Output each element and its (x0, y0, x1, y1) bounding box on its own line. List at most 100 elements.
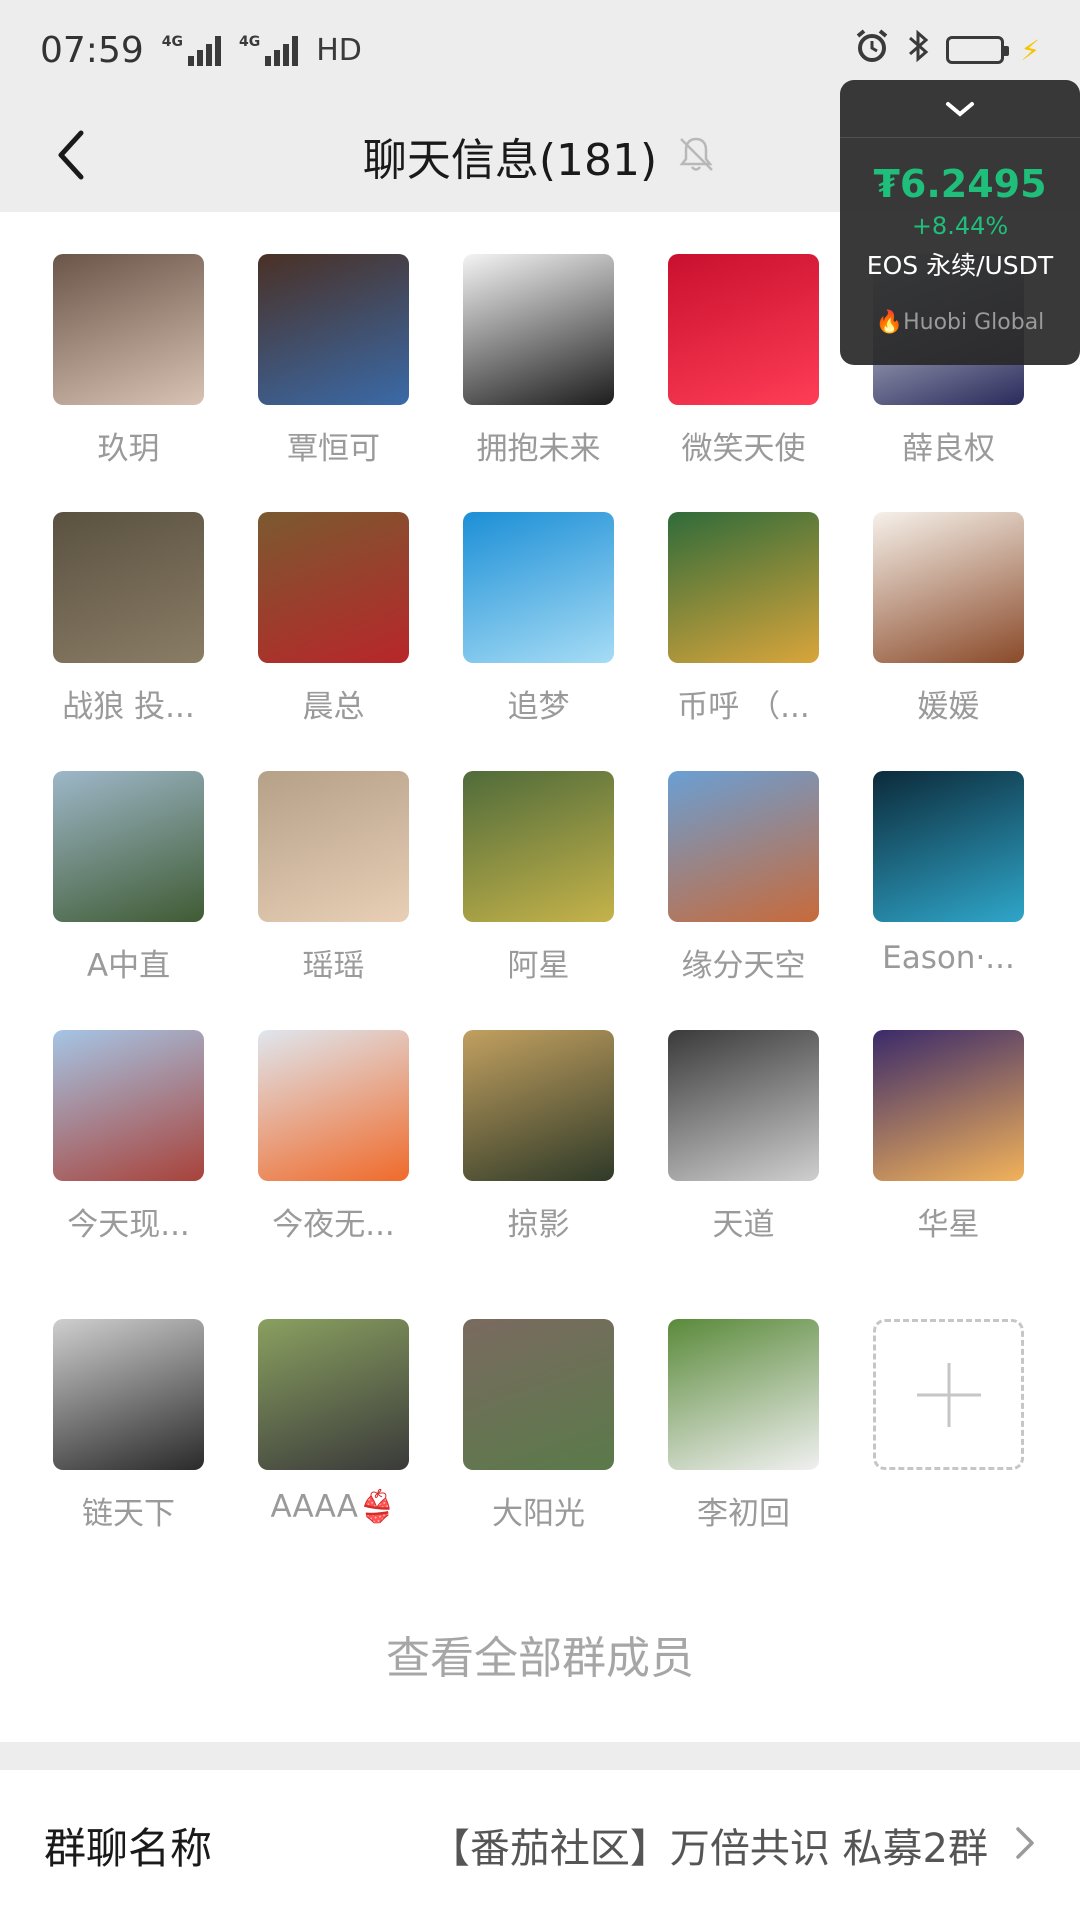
member-name: 币呼 （... (677, 689, 810, 725)
group-name-label: 群聊名称 (44, 1823, 213, 1873)
back-button[interactable] (36, 120, 106, 190)
member-name: 链天下 (82, 1496, 175, 1532)
network-type-label-2: 4G (238, 34, 261, 50)
alarm-icon (854, 28, 890, 73)
chevron-left-icon (58, 130, 84, 180)
member-avatar (53, 771, 204, 922)
member-item[interactable]: 玖玥 (26, 254, 231, 468)
member-avatar (258, 771, 409, 922)
member-avatar (873, 1030, 1024, 1181)
member-avatar (463, 512, 614, 663)
member-item[interactable]: 战狼 投... (26, 512, 231, 726)
member-avatar (873, 512, 1024, 663)
plus-icon (916, 1362, 981, 1427)
member-name: Eason·... (882, 940, 1015, 976)
member-avatar (463, 1319, 614, 1470)
status-time: 07:59 (40, 29, 144, 71)
member-item[interactable]: 华星 (846, 1030, 1051, 1244)
chevron-right-icon (1014, 1825, 1036, 1865)
member-name: 今天现... (67, 1207, 190, 1243)
member-avatar (258, 254, 409, 405)
charging-icon: ⚡ (1020, 33, 1040, 67)
member-item[interactable]: Eason·... (846, 771, 1051, 976)
ticker-pair: EOS 永续/USDT (866, 251, 1054, 280)
member-item[interactable]: 今天现... (26, 1030, 231, 1244)
status-right: ⚡ (854, 28, 1040, 73)
member-item[interactable]: 李初回 (641, 1319, 846, 1533)
signal-icon: 4G (162, 34, 221, 66)
member-avatar (668, 254, 819, 405)
member-item[interactable]: 链天下 (26, 1319, 231, 1533)
member-item[interactable]: 瑶瑶 (231, 771, 436, 985)
member-avatar (873, 771, 1024, 922)
member-item[interactable]: 拥抱未来 (436, 254, 641, 468)
member-avatar (668, 1030, 819, 1181)
add-member-button[interactable] (846, 1319, 1051, 1470)
ticker-collapse-button[interactable] (840, 80, 1080, 138)
member-item[interactable]: 今夜无... (231, 1030, 436, 1244)
chevron-down-icon (946, 101, 974, 117)
member-item[interactable]: 天道 (641, 1030, 846, 1244)
bluetooth-icon (906, 28, 930, 73)
member-name: 薛良权 (902, 431, 995, 467)
member-avatar (53, 254, 204, 405)
member-name: AAAA👙 (270, 1489, 397, 1525)
add-member-tile (873, 1319, 1024, 1470)
member-item[interactable]: 缘分天空 (641, 771, 846, 985)
member-name: 晨总 (302, 689, 365, 725)
member-avatar (258, 1030, 409, 1181)
member-name: 玖玥 (97, 431, 160, 467)
member-item[interactable]: 媛媛 (846, 512, 1051, 726)
price-ticker-widget[interactable]: ₮6.2495 +8.44% EOS 永续/USDT 🔥Huobi Global (840, 80, 1080, 365)
page-title: 聊天信息(181) (362, 135, 658, 186)
member-item[interactable]: 追梦 (436, 512, 641, 726)
member-name: 华星 (917, 1207, 980, 1243)
ticker-change: +8.44% (911, 212, 1009, 240)
member-avatar (53, 1030, 204, 1181)
flame-icon: 🔥 (875, 310, 904, 335)
member-name: 追梦 (507, 689, 570, 725)
member-item[interactable]: 晨总 (231, 512, 436, 726)
network-type-label: 4G (161, 34, 183, 50)
ticker-brand-label: Huobi Global (903, 310, 1045, 335)
member-item[interactable]: 掠影 (436, 1030, 641, 1244)
view-all-members-button[interactable]: 查看全部群成员 (0, 1622, 1080, 1686)
member-name: 微笑天使 (681, 431, 806, 467)
member-item[interactable]: 大阳光 (436, 1319, 641, 1533)
member-name: 李初回 (697, 1496, 790, 1532)
member-item[interactable]: A中直 (26, 771, 231, 985)
ticker-price: ₮6.2495 (873, 162, 1047, 206)
ticker-brand: 🔥Huobi Global (840, 310, 1080, 335)
member-name: A中直 (86, 948, 171, 984)
member-avatar (258, 512, 409, 663)
member-name: 战狼 投... (62, 689, 195, 725)
status-left: 07:59 4G 4G HD (40, 30, 362, 71)
member-item[interactable]: AAAA👙 (231, 1319, 436, 1525)
member-avatar (53, 512, 204, 663)
group-name-value: 【番茄社区】万倍共识 私募2群 (429, 1826, 988, 1872)
member-avatar (668, 771, 819, 922)
member-name: 拥抱未来 (476, 431, 601, 467)
member-avatar (463, 1030, 614, 1181)
member-name: 缘分天空 (681, 948, 806, 984)
member-item[interactable]: 覃恒可 (231, 254, 436, 468)
hd-badge: HD (316, 32, 362, 68)
member-avatar (463, 771, 614, 922)
member-name: 掠影 (507, 1207, 570, 1243)
member-name: 今夜无... (272, 1207, 395, 1243)
bell-off-icon (675, 133, 717, 179)
member-item[interactable]: 阿星 (436, 771, 641, 985)
member-name: 大阳光 (492, 1496, 585, 1532)
member-avatar (53, 1319, 204, 1470)
group-name-row[interactable]: 群聊名称 【番茄社区】万倍共识 私募2群 (0, 1770, 1080, 1920)
member-name: 天道 (712, 1207, 775, 1243)
member-item[interactable]: 微笑天使 (641, 254, 846, 468)
section-divider (0, 1742, 1080, 1770)
member-name: 媛媛 (917, 689, 980, 725)
title-wrap: 聊天信息(181) (363, 124, 717, 188)
member-name: 阿星 (507, 948, 570, 984)
battery-icon (946, 36, 1010, 64)
member-item[interactable]: 币呼 （... (641, 512, 846, 726)
signal-icon-2: 4G (238, 34, 299, 66)
member-name: 瑶瑶 (302, 948, 365, 984)
